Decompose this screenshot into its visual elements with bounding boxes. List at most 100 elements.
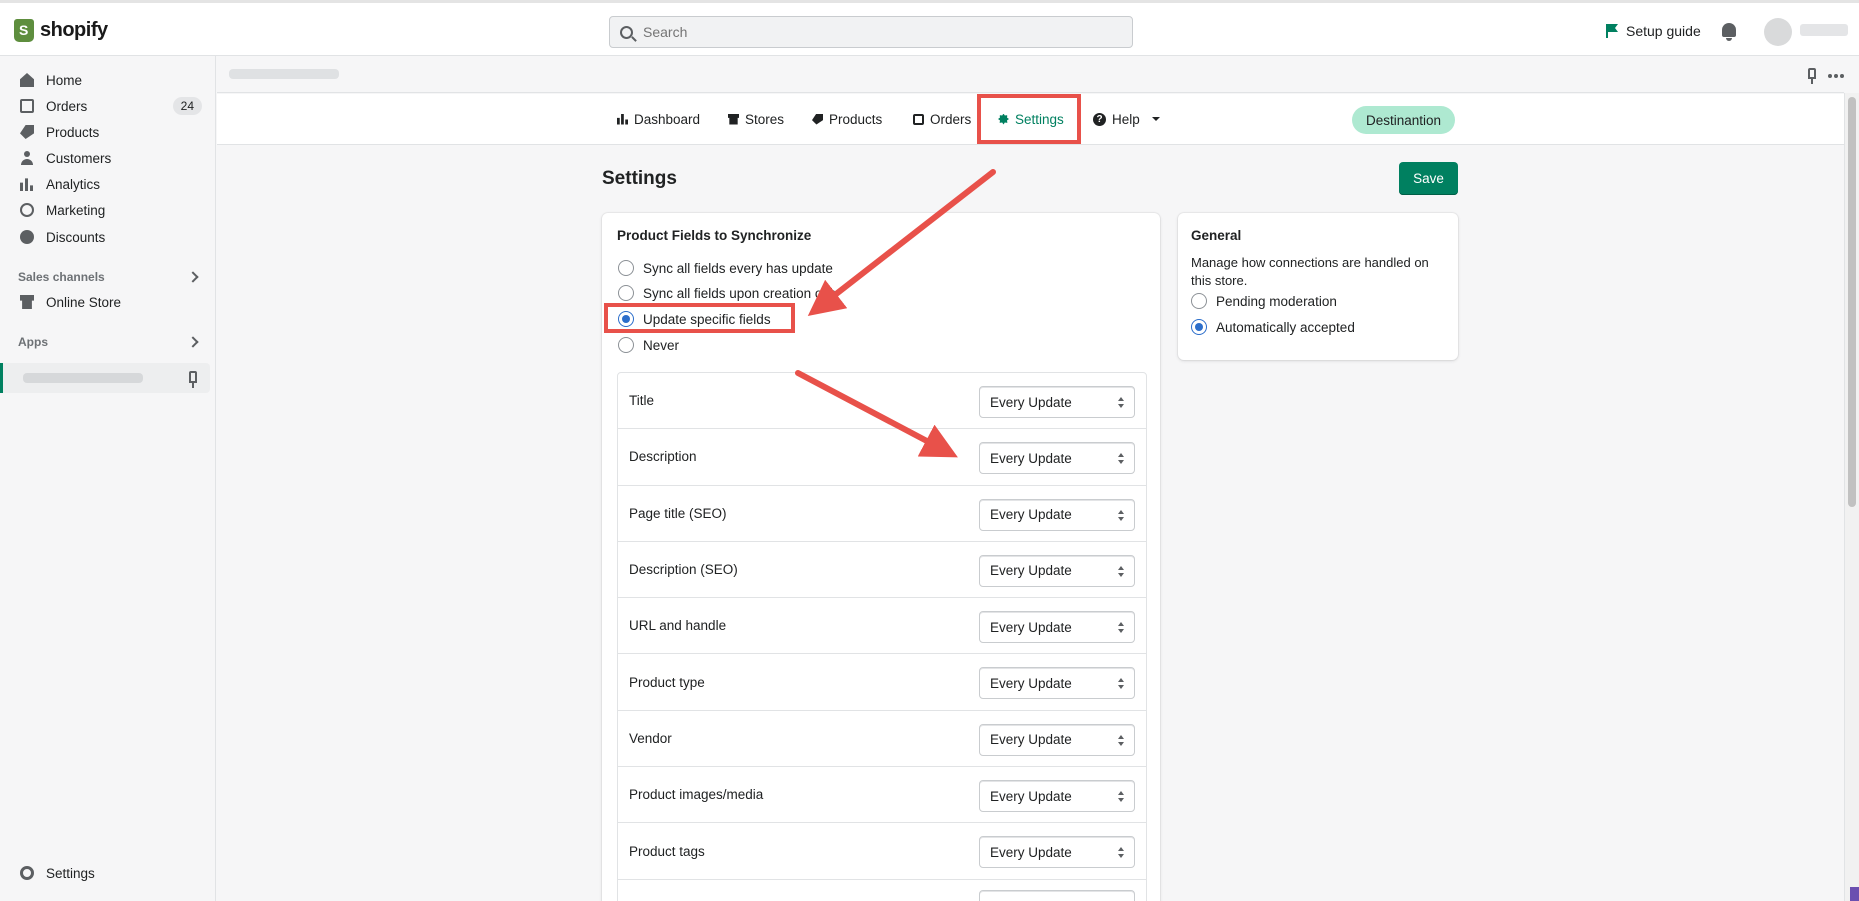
- tag-icon: [812, 113, 823, 125]
- radio-button[interactable]: [618, 260, 634, 276]
- select-value: Every Update: [990, 563, 1072, 579]
- field-frequency-select[interactable]: Every Update: [979, 836, 1135, 869]
- sidebar-item-label: Marketing: [46, 202, 106, 218]
- setup-guide-button[interactable]: Setup guide: [1606, 23, 1701, 39]
- more-icon[interactable]: [1828, 74, 1832, 78]
- select-caret-icon: [1118, 622, 1124, 634]
- radio-never[interactable]: Never: [618, 337, 679, 353]
- select-caret-icon: [1118, 509, 1124, 522]
- sidebar-item-app[interactable]: [0, 363, 210, 393]
- radio-label: Pending moderation: [1216, 293, 1337, 309]
- caret-down-icon: [1151, 117, 1160, 121]
- radio-sync-on-creation[interactable]: Sync all fields upon creation only: [618, 285, 840, 301]
- sales-channels-heading: Sales channels: [18, 270, 105, 284]
- tab-settings[interactable]: Settings: [998, 108, 1064, 130]
- field-label: Title: [629, 393, 655, 409]
- fields-table: Title Every Update Description Every Upd…: [617, 372, 1147, 901]
- shopify-bag-icon: [14, 19, 34, 42]
- tab-products[interactable]: Products: [812, 108, 882, 130]
- chevron-right-icon[interactable]: [187, 336, 199, 348]
- sidebar-item-label: Orders: [46, 98, 88, 114]
- field-label: Description (SEO): [629, 562, 738, 578]
- radio-automatically-accepted[interactable]: Automatically accepted: [1191, 319, 1355, 335]
- sidebar-item-label: Customers: [46, 150, 112, 166]
- general-card: General Manage how connections are handl…: [1178, 213, 1458, 360]
- user-name-blurred[interactable]: [1800, 24, 1848, 36]
- chevron-right-icon[interactable]: [187, 271, 199, 283]
- flag-icon: [1606, 24, 1618, 38]
- radio-button[interactable]: [618, 285, 634, 301]
- table-row: Title Every Update: [618, 373, 1146, 430]
- tab-label: Orders: [930, 111, 972, 127]
- bell-icon[interactable]: [1722, 23, 1736, 41]
- scrollbar-thumb[interactable]: [1848, 97, 1856, 507]
- discount-icon: [20, 230, 34, 244]
- radio-update-specific-fields[interactable]: Update specific fields: [618, 311, 771, 327]
- search-input[interactable]: [643, 24, 1103, 40]
- orders-icon: [20, 99, 34, 113]
- sidebar-item-label: Home: [46, 72, 83, 88]
- sidebar-item-settings[interactable]: Settings: [0, 860, 216, 886]
- sidebar-item-analytics[interactable]: Analytics: [0, 171, 216, 197]
- radio-button-checked[interactable]: [618, 311, 634, 327]
- radio-button-checked[interactable]: [1191, 319, 1207, 335]
- field-label: Product type: [629, 674, 705, 690]
- tab-orders[interactable]: Orders: [913, 108, 971, 130]
- setup-guide-label: Setup guide: [1626, 23, 1701, 39]
- field-label: URL and handle: [629, 618, 727, 634]
- field-frequency-select[interactable]: [979, 889, 1135, 901]
- shopify-logo[interactable]: shopify: [14, 19, 108, 42]
- pin-icon[interactable]: [189, 371, 197, 388]
- sidebar-item-online-store[interactable]: Online Store: [0, 289, 216, 315]
- sidebar-item-products[interactable]: Products: [0, 119, 216, 145]
- table-row: Description Every Update: [618, 429, 1146, 486]
- field-label: Page title (SEO): [629, 505, 727, 521]
- field-frequency-select[interactable]: Every Update: [979, 780, 1135, 813]
- field-frequency-select[interactable]: Every Update: [979, 554, 1135, 587]
- field-frequency-select[interactable]: Every Update: [979, 442, 1135, 475]
- tab-help[interactable]: ? Help: [1093, 108, 1160, 130]
- tray-icon: [913, 113, 924, 125]
- pin-icon[interactable]: [1808, 68, 1816, 84]
- app-title-blurred: [229, 69, 339, 79]
- save-button[interactable]: Save: [1399, 162, 1458, 195]
- sidebar-item-marketing[interactable]: Marketing: [0, 197, 216, 223]
- table-row: Product images/media Every Update: [618, 767, 1146, 824]
- radio-sync-every-update[interactable]: Sync all fields every has update: [618, 260, 833, 276]
- field-frequency-select[interactable]: Every Update: [979, 611, 1135, 644]
- sidebar-item-home[interactable]: Home: [0, 67, 216, 93]
- question-icon: ?: [1093, 112, 1106, 126]
- select-value: Every Update: [990, 619, 1072, 635]
- scrollbar[interactable]: [1844, 93, 1859, 901]
- tab-stores[interactable]: Stores: [728, 108, 784, 130]
- field-frequency-select[interactable]: Every Update: [979, 386, 1135, 418]
- sidebar-item-discounts[interactable]: Discounts: [0, 224, 216, 250]
- field-label: Description: [629, 449, 697, 465]
- tab-label: Settings: [1015, 111, 1064, 127]
- search-bar[interactable]: [609, 16, 1133, 48]
- target-icon: [20, 203, 34, 217]
- sidebar-item-orders[interactable]: Orders 24: [0, 93, 216, 119]
- table-row: Description (SEO) Every Update: [618, 542, 1146, 599]
- tab-dashboard[interactable]: Dashboard: [617, 108, 700, 130]
- top-bar: shopify Setup guide: [0, 0, 1859, 56]
- radio-button[interactable]: [1191, 293, 1207, 309]
- sidebar-item-customers[interactable]: Customers: [0, 145, 216, 171]
- radio-button[interactable]: [618, 337, 634, 353]
- select-caret-icon: [1118, 565, 1124, 578]
- page-title: Settings: [602, 168, 677, 189]
- field-frequency-select[interactable]: Every Update: [979, 723, 1135, 756]
- card-title: General: [1191, 228, 1242, 243]
- destination-badge: Destinantion: [1352, 106, 1456, 134]
- tag-icon: [20, 125, 34, 139]
- select-caret-icon: [1118, 791, 1124, 803]
- sidebar-item-label: Settings: [46, 865, 95, 881]
- bar-chart-icon: [20, 178, 33, 191]
- field-frequency-select[interactable]: Every Update: [979, 667, 1135, 700]
- orders-count-badge: 24: [172, 97, 202, 115]
- field-frequency-select[interactable]: Every Update: [979, 498, 1135, 531]
- avatar[interactable]: [1764, 18, 1792, 46]
- field-label: Vendor: [629, 730, 672, 746]
- radio-pending-moderation[interactable]: Pending moderation: [1191, 293, 1337, 309]
- app-nav: Dashboard Stores Products Orders Setting…: [217, 94, 1844, 145]
